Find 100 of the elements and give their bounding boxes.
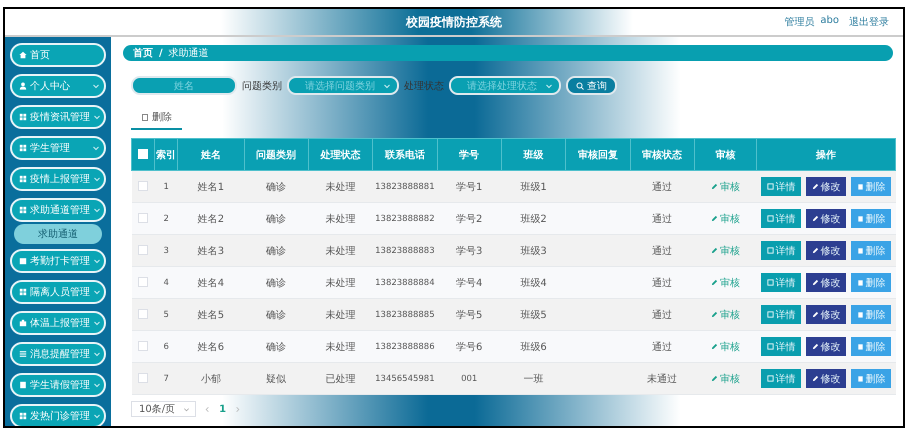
breadcrumb-item[interactable]: 首页 [133,46,153,60]
table-cell: 5 [154,298,178,330]
name-field[interactable]: 姓名 [131,76,237,95]
select-all-checkbox[interactable] [138,149,148,160]
sidebar-item[interactable]: 发热门诊管理 [10,404,106,426]
table-cell: 13823888886 [372,330,438,362]
status-select[interactable]: 请选择处理状态 [449,76,561,95]
pencil-icon [812,311,819,318]
row-checkbox[interactable] [138,341,148,352]
details-button[interactable]: 详情 [761,177,802,196]
delete-button[interactable]: 删除 [851,305,892,324]
column-header: 问题类别 [244,138,308,170]
sidebar-item[interactable]: 疫情上报管理 [10,167,106,191]
chevron-down-icon [93,288,101,296]
sidebar-item[interactable]: 考勤打卡管理 [10,249,106,273]
breadcrumb-separator: / [159,48,163,58]
chevron-down-icon [93,257,101,265]
grid-icon [19,113,27,121]
category-select[interactable]: 请选择问题类别 [287,76,399,95]
sidebar-item[interactable]: 首页 [10,43,106,67]
sidebar-item[interactable]: 疫情资讯管理 [10,105,106,129]
table-cell: 姓名6 [178,330,244,362]
table-cell: 疑似 [244,362,308,394]
table-cell: 确诊 [244,202,308,234]
sidebar-item[interactable]: 学生管理 [10,136,106,160]
row-checkbox[interactable] [138,181,148,192]
table-cell: 未处理 [308,234,373,266]
table-cell: 班级3 [501,234,566,266]
edit-button[interactable]: 修改 [806,273,846,292]
sidebar-item[interactable]: 隔离人员管理 [10,280,106,304]
chevron-down-icon [183,406,190,412]
chevron-down-icon [92,144,100,152]
page-size-select[interactable]: 10条/页 [131,401,196,417]
sidebar-item[interactable]: 学生请假管理 [10,373,106,397]
row-checkbox[interactable] [138,213,148,224]
details-button[interactable]: 详情 [761,337,802,356]
table-cell: 未通过 [630,362,694,394]
pencil-icon [711,247,718,254]
document-icon [766,279,774,286]
previous-page-icon[interactable] [204,406,212,412]
edit-button[interactable]: 修改 [806,241,846,260]
table-cell: 通过 [630,170,694,202]
document-icon [766,215,774,222]
table-cell: 班级5 [501,298,566,330]
row-checkbox[interactable] [138,277,148,288]
row-checkbox[interactable] [138,245,148,256]
table-cell: 13823888882 [372,202,438,234]
sidebar-item[interactable]: 个人中心 [10,74,106,98]
row-checkbox[interactable] [138,373,148,384]
column-header: 审核 [694,138,757,170]
column-header: 操作 [756,138,896,170]
delete-button[interactable]: 删除 [851,209,892,228]
table-cell: 姓名1 [178,170,244,202]
briefcase-icon [19,319,27,327]
delete-button[interactable]: 删除 [851,273,892,292]
table-cell: 学号1 [437,170,502,202]
details-button[interactable]: 详情 [761,305,802,324]
table-cell: 一班 [501,362,566,394]
table-cell: 13823888883 [372,234,438,266]
query-button[interactable]: 查询 [566,76,617,95]
sidebar-item[interactable]: 体温上报管理 [10,311,106,335]
edit-button[interactable]: 修改 [806,369,846,388]
document-icon [766,311,774,318]
table-cell: 未处理 [308,298,373,330]
user-icon [19,82,27,90]
delete-tab[interactable]: 删除 [131,110,182,130]
home-icon [19,51,27,59]
table-cell: 学号3 [437,234,502,266]
sidebar-item[interactable]: 求助通道管理 [10,198,106,222]
column-header: 联系电话 [372,138,438,170]
status-label: 处理状态 [404,80,444,92]
delete-button[interactable]: 删除 [851,241,892,260]
edit-button[interactable]: 修改 [806,209,846,228]
table-cell: 6 [154,330,178,362]
table-cell: 确诊 [244,298,308,330]
delete-button[interactable]: 删除 [851,369,892,388]
pencil-icon [711,375,718,382]
details-button[interactable]: 详情 [761,369,802,388]
sidebar-item[interactable]: 消息提醒管理 [10,342,106,366]
column-header: 处理状态 [308,138,373,170]
table-cell: 班级1 [501,170,566,202]
edit-button[interactable]: 修改 [806,337,846,356]
delete-button[interactable]: 删除 [851,177,892,196]
details-button[interactable]: 详情 [761,209,802,228]
edit-button[interactable]: 修改 [806,305,846,324]
table-cell: 学号2 [437,202,502,234]
row-checkbox[interactable] [138,309,148,320]
next-page-icon[interactable] [234,406,242,412]
chevron-down-icon [93,206,101,214]
details-button[interactable]: 详情 [761,273,802,292]
delete-button[interactable]: 删除 [851,337,892,356]
sidebar-subitem[interactable]: 求助通道 [14,224,102,244]
table-cell: 学号4 [437,266,502,298]
pencil-icon [711,215,718,222]
column-header: 审核回复 [566,138,630,170]
page-number[interactable]: 1 [219,404,226,414]
logout-link[interactable]: 退出登录 [849,15,889,29]
grid-icon [19,412,27,420]
edit-button[interactable]: 修改 [806,177,846,196]
details-button[interactable]: 详情 [761,241,802,260]
